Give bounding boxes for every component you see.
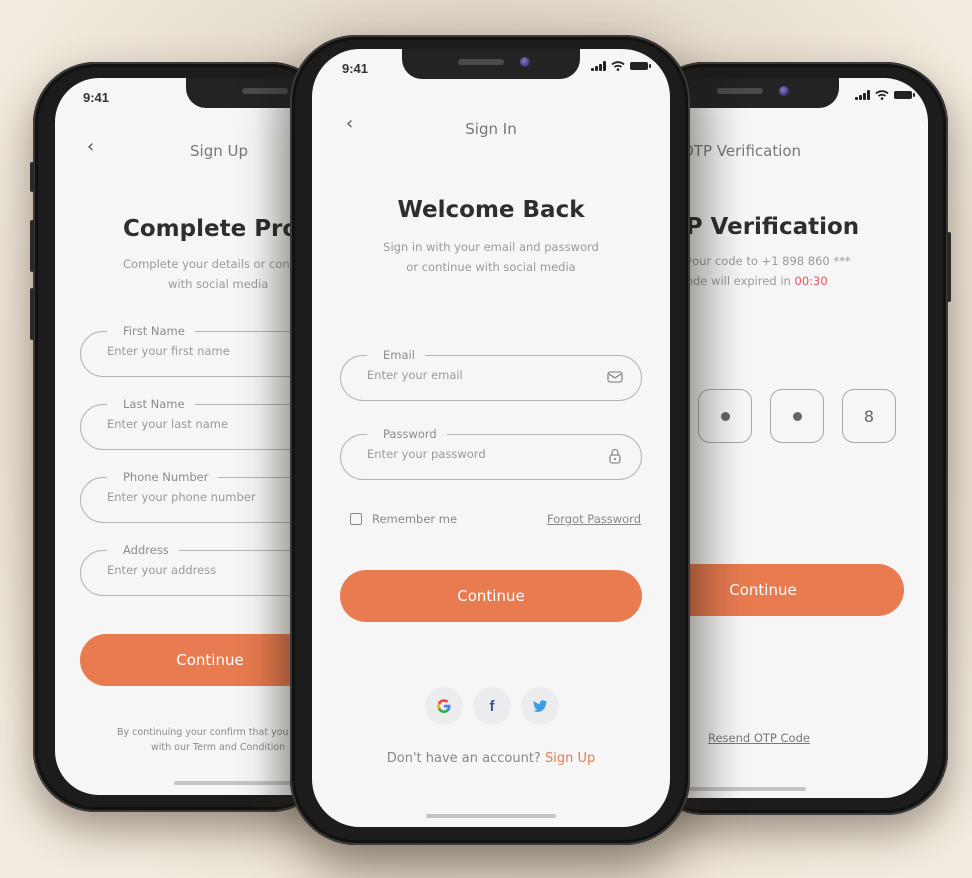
remember-me[interactable]: Remember me bbox=[350, 512, 457, 526]
home-indicator bbox=[686, 787, 806, 791]
last-name-input[interactable] bbox=[107, 417, 316, 431]
address-input[interactable] bbox=[107, 563, 316, 577]
nav-title: OTP Verification bbox=[682, 142, 802, 160]
mail-icon bbox=[607, 371, 623, 383]
field-label: Phone Number bbox=[107, 470, 219, 484]
side-button bbox=[30, 288, 34, 340]
battery-icon bbox=[894, 91, 915, 99]
subtitle: Complete your details or cont with socia… bbox=[123, 254, 294, 294]
page-title: Welcome Back bbox=[397, 197, 585, 223]
phone-signin: 9:41 ‹ Sign In Welcome Back Sign in with… bbox=[290, 35, 690, 845]
speaker bbox=[717, 88, 763, 94]
first-name-input[interactable] bbox=[107, 344, 316, 358]
camera bbox=[520, 57, 530, 67]
signal-icon bbox=[591, 61, 606, 71]
terms-text: By continuing your confirm that you with… bbox=[117, 725, 289, 755]
forgot-password-link[interactable]: Forgot Password bbox=[547, 512, 641, 526]
email-field[interactable]: Email bbox=[340, 348, 642, 401]
password-label: Password bbox=[367, 427, 447, 441]
subtitle-line-2: or continue with social media bbox=[406, 260, 576, 274]
facebook-button[interactable]: f bbox=[473, 687, 511, 725]
signup-link[interactable]: Sign Up bbox=[545, 751, 595, 766]
continue-label: Continue bbox=[457, 587, 525, 605]
nav-title: Sign Up bbox=[190, 142, 248, 160]
status-icons bbox=[591, 61, 651, 71]
phone-number-input[interactable] bbox=[107, 490, 316, 504]
continue-label: Continue bbox=[729, 581, 797, 599]
google-button[interactable] bbox=[425, 687, 463, 725]
otp-digit-box[interactable]: 8 bbox=[842, 389, 896, 443]
wifi-icon bbox=[875, 90, 889, 100]
continue-label: Continue bbox=[176, 651, 244, 669]
field-label: Address bbox=[107, 543, 179, 557]
continue-button[interactable]: Continue bbox=[340, 570, 642, 622]
otp-timer: 00:30 bbox=[794, 274, 828, 288]
otp-masked-digit bbox=[792, 411, 802, 421]
lock-icon bbox=[609, 449, 621, 464]
twitter-button[interactable] bbox=[521, 687, 559, 725]
subtitle-line-1: Complete your details or cont bbox=[123, 257, 295, 271]
signin-screen: 9:41 ‹ Sign In Welcome Back Sign in with… bbox=[312, 49, 670, 827]
battery-icon bbox=[630, 62, 651, 70]
remember-checkbox[interactable] bbox=[350, 513, 362, 525]
phone-signup: 9:41 ‹ Sign Up Complete Prof Complete yo… bbox=[30, 62, 345, 812]
home-indicator bbox=[426, 814, 556, 818]
signup-prompt: Don't have an account? Sign Up bbox=[312, 751, 670, 766]
wifi-icon bbox=[611, 61, 625, 71]
subtitle: Sign in with your email and password or … bbox=[312, 237, 670, 277]
resend-otp-link[interactable]: Resend OTP Code bbox=[708, 731, 810, 745]
side-button bbox=[30, 162, 34, 192]
notch bbox=[402, 49, 580, 79]
password-field[interactable]: Password bbox=[340, 427, 642, 480]
side-button bbox=[30, 220, 34, 272]
social-login-buttons: f bbox=[425, 687, 559, 725]
terms-line-2: with our Term and Condition bbox=[151, 742, 286, 753]
side-button bbox=[947, 232, 951, 302]
otp-subtitle: nt your code to +1 898 860 *** s code wi… bbox=[670, 251, 851, 291]
speaker bbox=[458, 59, 504, 65]
subtitle-line-1: nt your code to +1 898 860 *** bbox=[670, 254, 851, 268]
page-title: TP Verification bbox=[670, 214, 860, 240]
subtitle-line-2: s code will expired in 00:30 bbox=[670, 271, 851, 291]
terms-line-1: By continuing your confirm that you bbox=[117, 727, 289, 738]
remember-label: Remember me bbox=[372, 512, 458, 526]
signal-icon bbox=[855, 90, 870, 100]
email-label: Email bbox=[367, 348, 425, 362]
field-label: First Name bbox=[107, 324, 195, 338]
twitter-icon bbox=[532, 699, 547, 712]
camera bbox=[779, 86, 789, 96]
speaker bbox=[242, 88, 288, 94]
status-time: 9:41 bbox=[83, 90, 110, 105]
otp-digit: 8 bbox=[863, 406, 875, 426]
otp-digit-box[interactable] bbox=[698, 389, 752, 443]
status-icons bbox=[855, 90, 915, 100]
otp-masked-digit bbox=[720, 411, 730, 421]
email-input[interactable] bbox=[367, 368, 577, 382]
home-indicator bbox=[174, 781, 292, 785]
password-input[interactable] bbox=[367, 447, 577, 461]
otp-digit-box[interactable] bbox=[770, 389, 824, 443]
subtitle-line-1: Sign in with your email and password bbox=[383, 240, 599, 254]
subtitle-line-2: with social media bbox=[168, 277, 269, 291]
facebook-icon: f bbox=[489, 697, 495, 715]
google-icon bbox=[437, 699, 451, 713]
field-label: Last Name bbox=[107, 397, 195, 411]
status-time: 9:41 bbox=[342, 61, 369, 76]
back-button[interactable]: ‹ bbox=[87, 136, 94, 157]
page-title: Complete Prof bbox=[123, 216, 309, 242]
no-account-text: Don't have an account? bbox=[386, 751, 541, 766]
nav-title: Sign In bbox=[465, 120, 517, 138]
